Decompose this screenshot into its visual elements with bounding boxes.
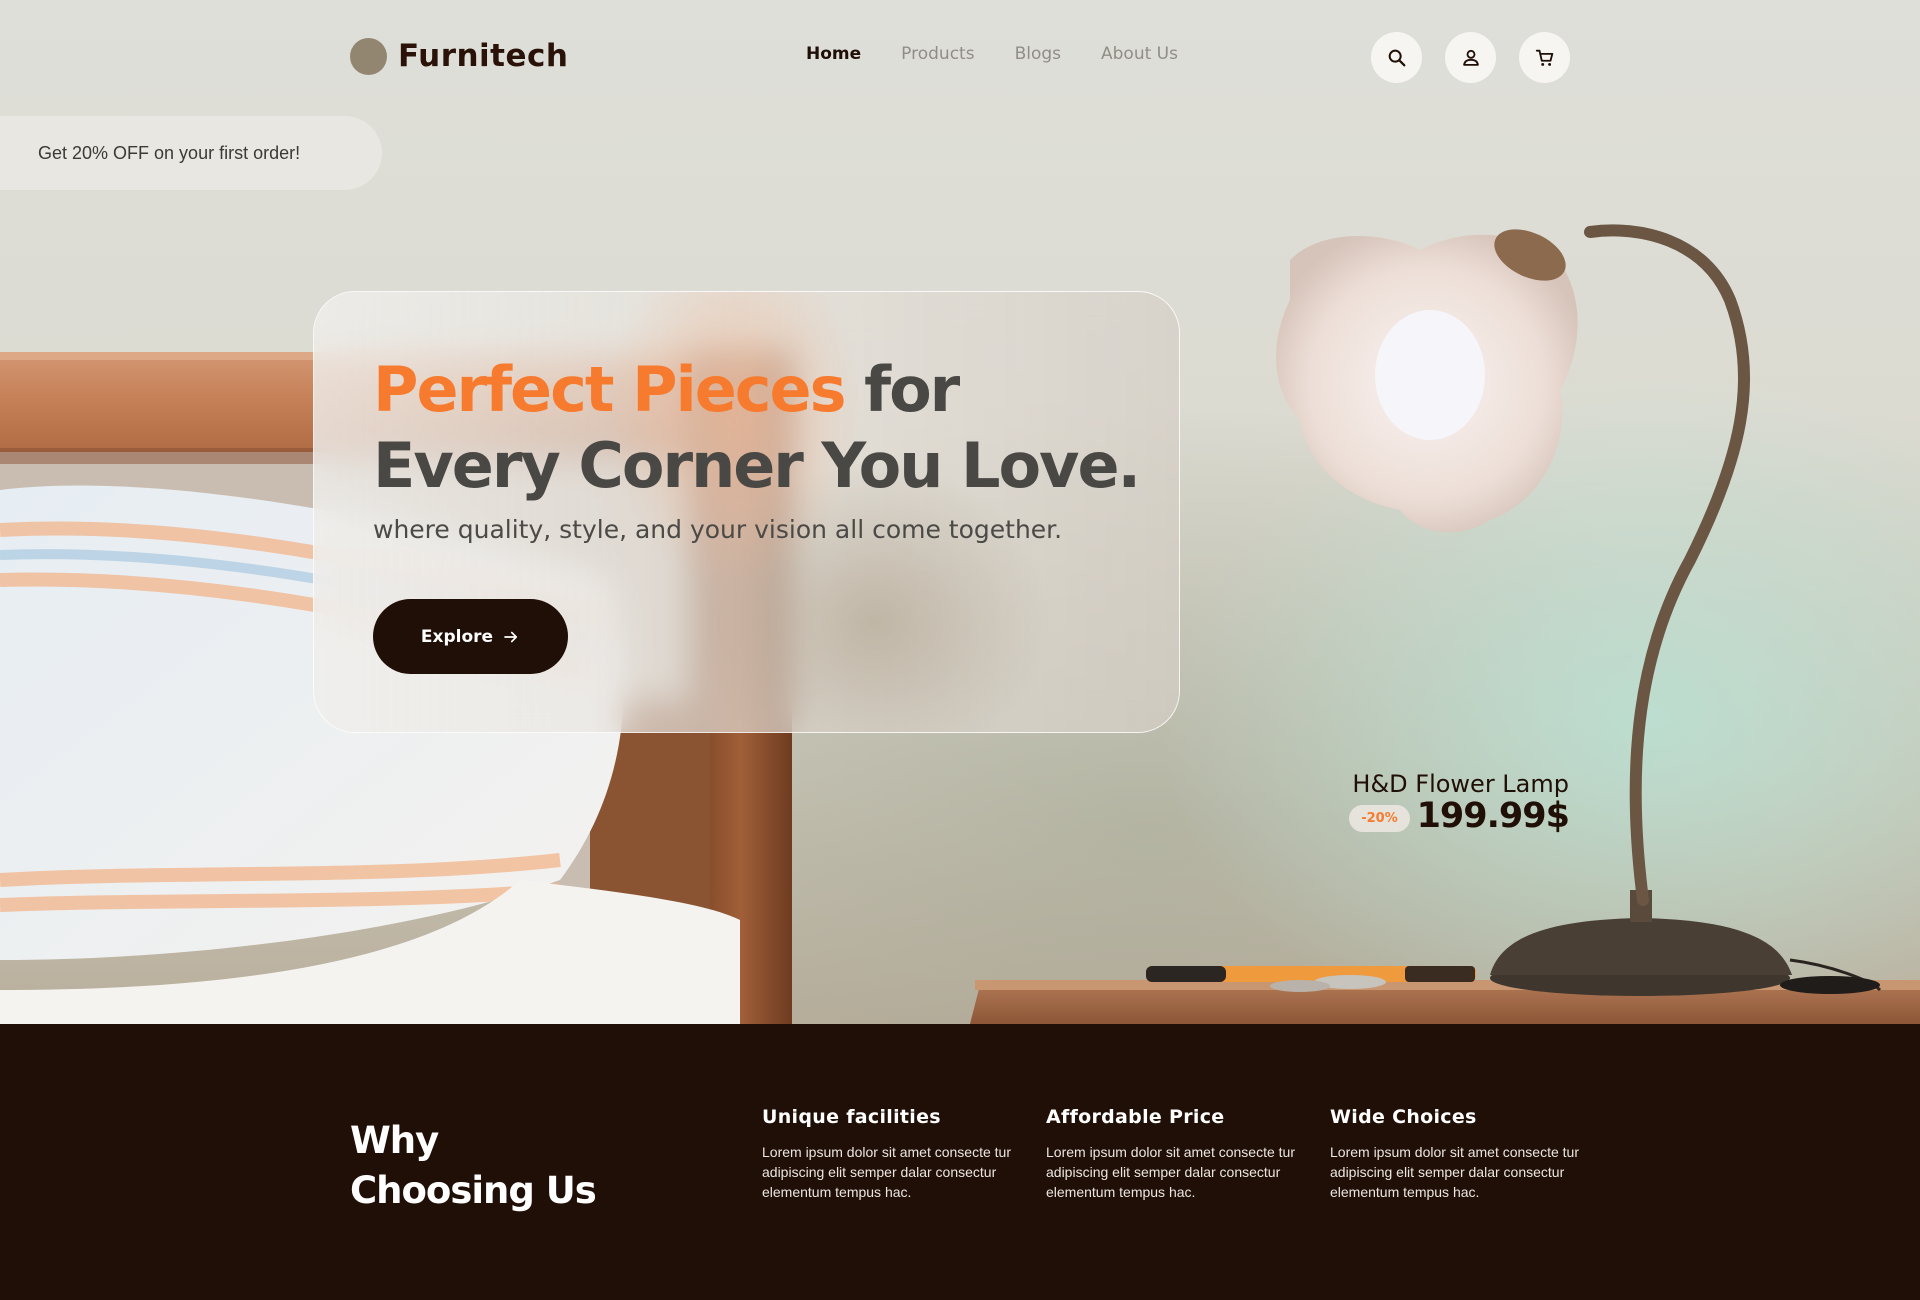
logo-mark [350, 37, 387, 75]
feature-text: Lorem ipsum dolor sit amet consecte tur … [1046, 1144, 1295, 1200]
arrow-right-icon [504, 631, 518, 642]
nav-link-about-us[interactable]: About Us [1101, 44, 1178, 64]
product-name[interactable]: H&D Flower Lamp [1352, 770, 1569, 798]
explore-label: Explore [420, 626, 494, 647]
promo-text: Get 20% OFF on your first order! [38, 142, 301, 163]
cart-icon [1535, 49, 1553, 66]
feature-title: Affordable Price [1046, 1106, 1225, 1128]
hero-section: Furnitech Home Products Blogs About Us G… [0, 0, 1920, 1024]
nav-link-products[interactable]: Products [901, 44, 974, 64]
hero-card: Perfect Pieces for Every Corner You Love… [313, 291, 1180, 733]
feature-text: Lorem ipsum dolor sit amet consecte tur … [762, 1144, 1011, 1200]
nav-link-home[interactable]: Home [806, 44, 861, 64]
why-title-line-1: Why [350, 1119, 439, 1162]
product-price: 199.99$ [1416, 796, 1570, 836]
account-button[interactable] [1445, 32, 1496, 83]
nav-link-blogs[interactable]: Blogs [1015, 44, 1061, 64]
feature-wide-choices: Wide Choices Lorem ipsum dolor sit amet … [1330, 1106, 1580, 1202]
why-title: Why Choosing Us [350, 1116, 597, 1216]
why-choosing-us-section: Why Choosing Us Unique facilities Lorem … [0, 1024, 1920, 1300]
user-icon [1462, 49, 1479, 66]
feature-title: Unique facilities [762, 1106, 941, 1128]
top-navbar: Furnitech Home Products Blogs About Us [0, 0, 1920, 114]
feature-affordable-price: Affordable Price Lorem ipsum dolor sit a… [1046, 1106, 1296, 1202]
explore-button[interactable]: Explore [373, 599, 568, 674]
search-icon [1388, 49, 1405, 66]
headline-line-2: Every Corner You Love. [373, 429, 1141, 502]
why-title-line-2: Choosing Us [350, 1169, 597, 1212]
main-menu: Home Products Blogs About Us [806, 44, 1178, 64]
hero-subline: where quality, style, and your vision al… [373, 515, 1063, 544]
brand-name: Furnitech [398, 38, 569, 74]
headline-rest: for [844, 353, 960, 426]
discount-badge: -20% [1349, 805, 1410, 832]
brand-logo[interactable]: Furnitech [350, 36, 568, 76]
search-button[interactable] [1371, 32, 1422, 83]
feature-title: Wide Choices [1330, 1106, 1477, 1128]
feature-unique-facilities: Unique facilities Lorem ipsum dolor sit … [762, 1106, 1012, 1202]
headline-accent: Perfect Pieces [373, 353, 847, 426]
feature-text: Lorem ipsum dolor sit amet consecte tur … [1330, 1144, 1579, 1200]
cart-button[interactable] [1519, 32, 1570, 83]
hero-headline: Perfect Pieces for Every Corner You Love… [373, 352, 1153, 504]
promo-banner[interactable]: Get 20% OFF on your first order! [0, 116, 382, 190]
